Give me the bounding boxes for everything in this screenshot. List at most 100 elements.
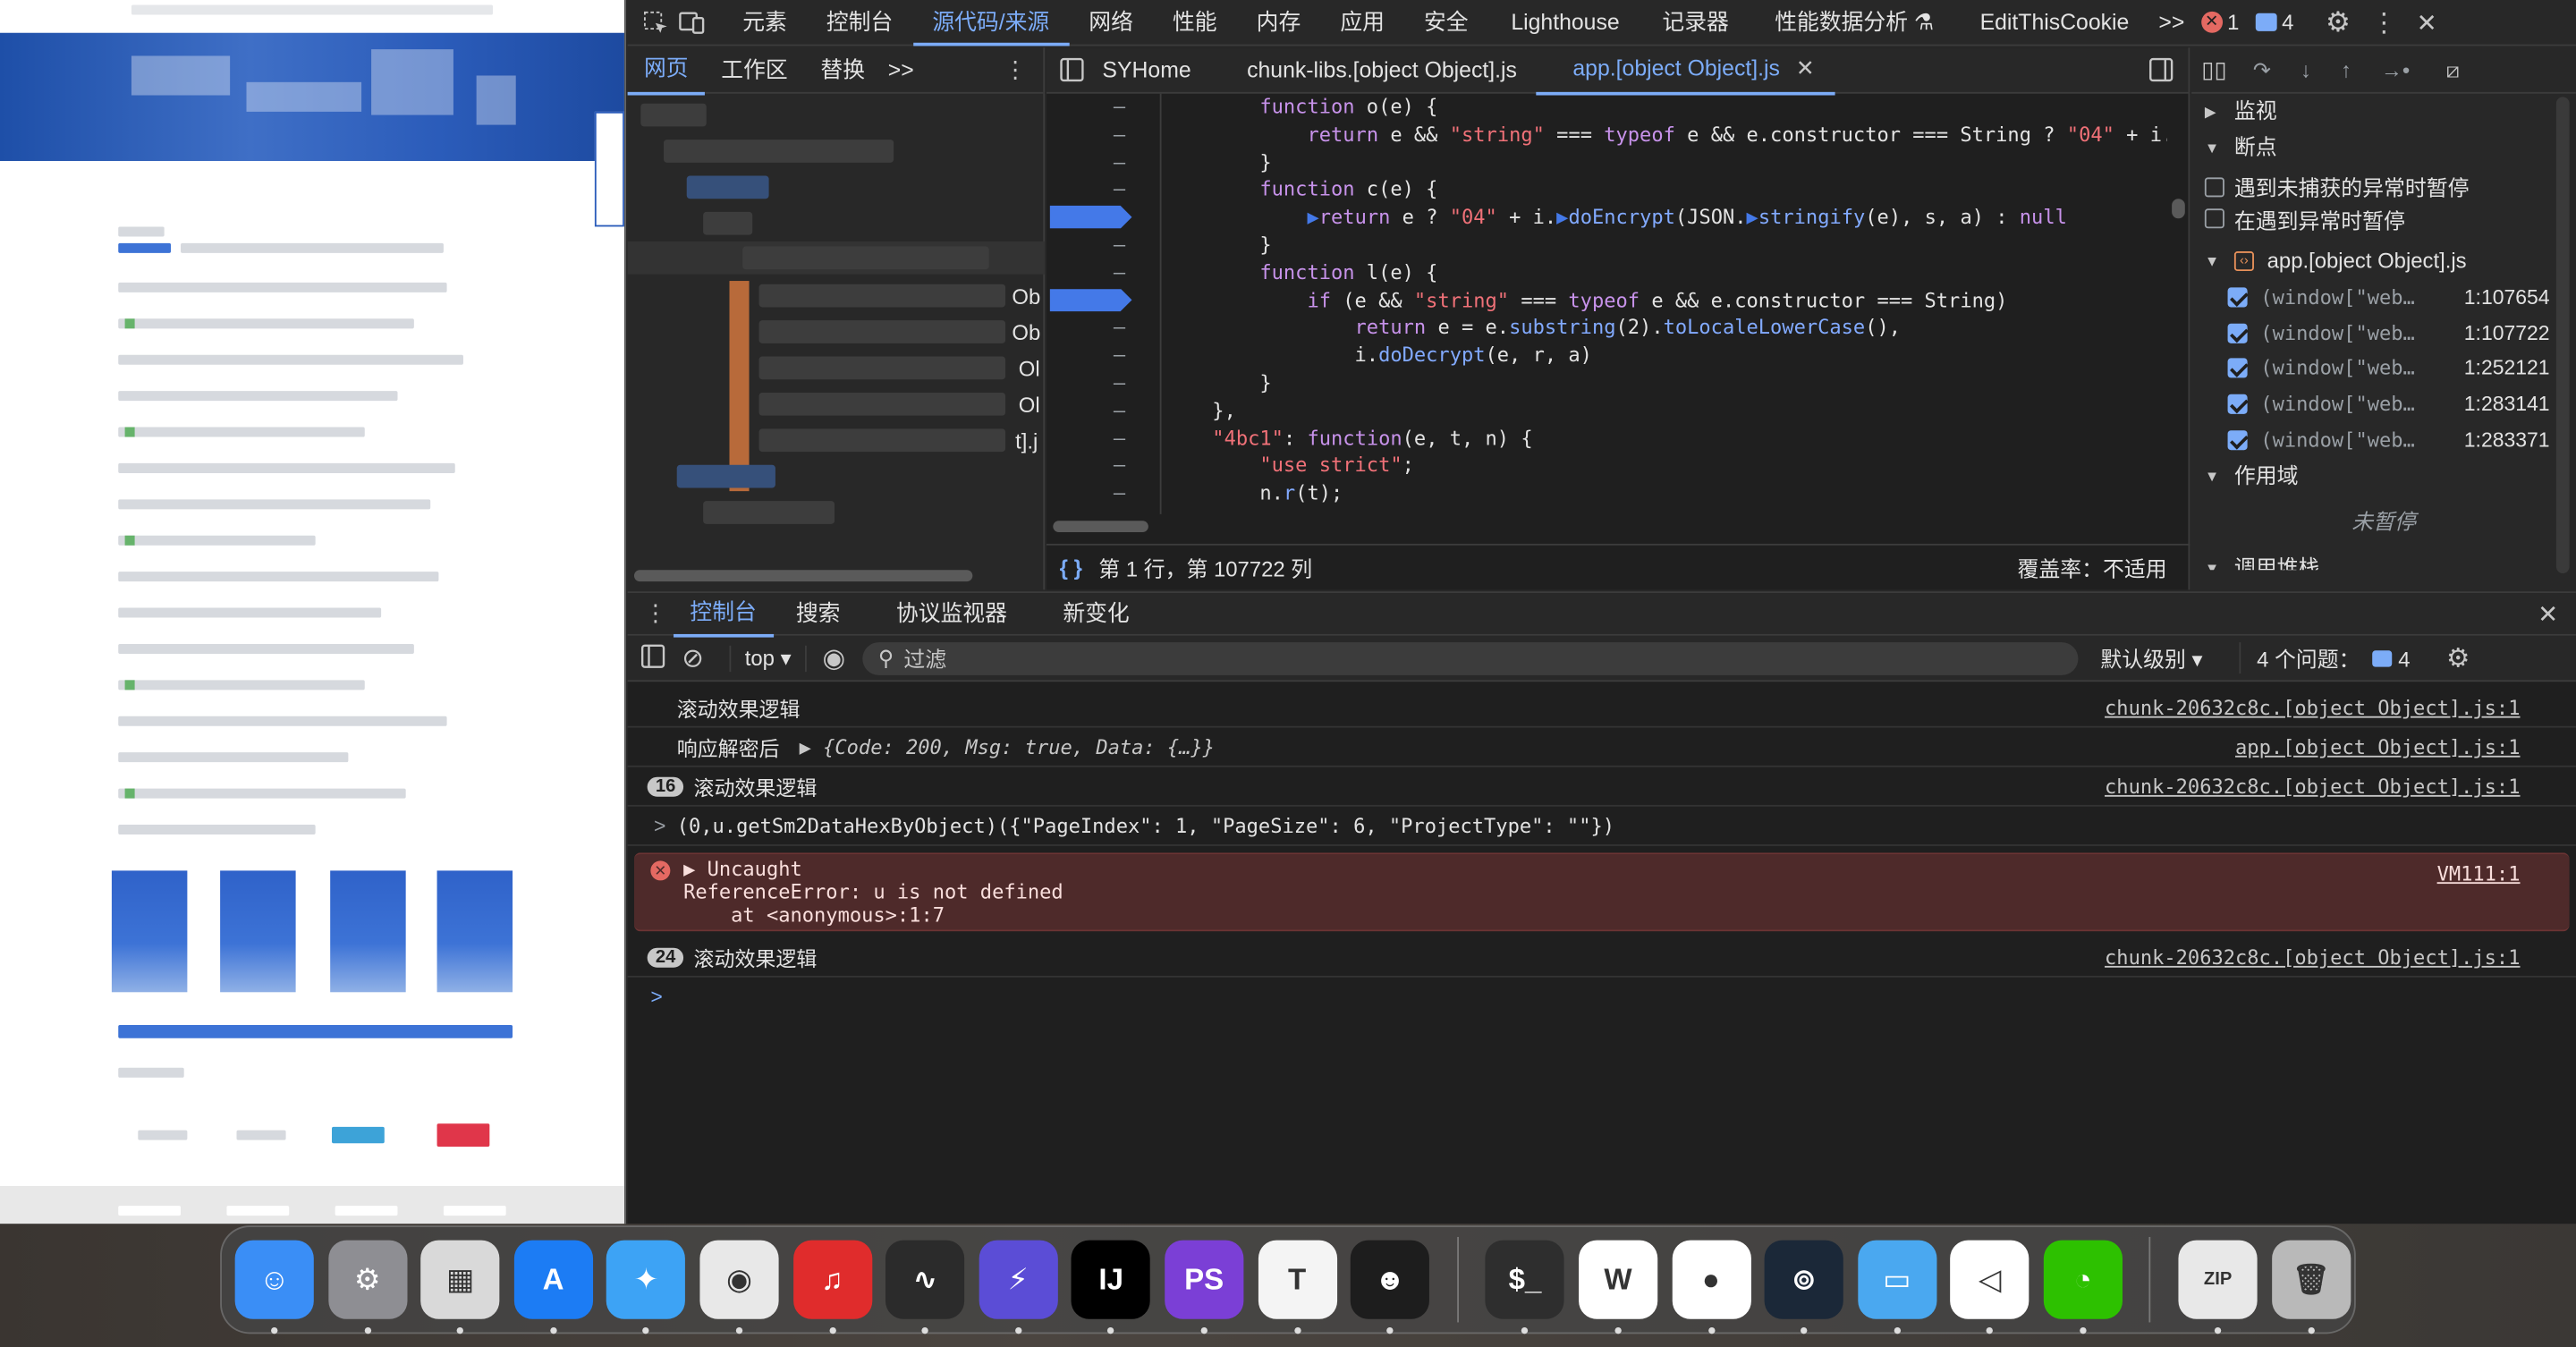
breakpoint-item[interactable]: (window["web… 1:252121	[2191, 351, 2576, 386]
terminal-icon[interactable]: $_	[1485, 1240, 1565, 1334]
tab-security[interactable]: 安全	[1404, 0, 1488, 46]
kebab-menu-icon[interactable]: ⋮	[2366, 0, 2402, 46]
file-tab-app[interactable]: app.[object Object].js ✕	[1536, 46, 1835, 95]
message-counter[interactable]: 4	[2255, 10, 2293, 35]
settings-gear-icon[interactable]: ⚙	[2320, 0, 2356, 46]
phpstorm-icon[interactable]: PS	[1165, 1240, 1244, 1334]
source-link[interactable]: VM111:1	[2437, 862, 2521, 885]
web-page-viewport[interactable]	[0, 0, 626, 1224]
line-gutter[interactable]: – – – – – – – – – – – – – – –	[1046, 94, 1162, 514]
file-tab-syhome[interactable]: SYHome	[1089, 47, 1211, 92]
navigator-more-button[interactable]: >>	[881, 47, 920, 92]
close-tab-icon[interactable]: ✕	[1796, 55, 1815, 80]
pause-caught-checkbox[interactable]: 在遇到异常时暂停	[2191, 201, 2576, 236]
debugger-scrollbar[interactable]	[2555, 97, 2570, 573]
tab-sources[interactable]: 源代码/来源	[912, 0, 1070, 46]
chrome-icon[interactable]: ◉	[699, 1240, 779, 1334]
steam-icon[interactable]: ⊚	[1764, 1240, 1843, 1334]
tab-overrides[interactable]: 替换	[804, 47, 881, 92]
toggle-navigator-icon[interactable]	[1053, 47, 1089, 92]
tab-editthiscookie[interactable]: EditThisCookie	[1961, 0, 2149, 46]
breakpoint-item[interactable]: (window["web… 1:107654	[2191, 279, 2576, 315]
pretty-print-icon[interactable]: { }	[1060, 555, 1082, 580]
breakpoint-marker[interactable]	[1049, 288, 1132, 312]
step-into-icon[interactable]: ↓	[2301, 57, 2311, 82]
intellij-icon[interactable]: IJ	[1072, 1240, 1151, 1334]
clear-console-icon[interactable]: ⊘	[682, 641, 704, 674]
tab-memory[interactable]: 内存	[1237, 0, 1321, 46]
watch-section-header[interactable]: ▶ 监视	[2191, 94, 2576, 130]
tab-console[interactable]: 控制台	[807, 0, 912, 46]
pause-uncaught-checkbox[interactable]: 遇到未捕获的异常时暂停	[2191, 165, 2576, 201]
breakpoint-item[interactable]: (window["web… 1:283371	[2191, 422, 2576, 458]
inspect-element-icon[interactable]	[638, 0, 674, 46]
tab-performance[interactable]: 性能	[1153, 0, 1237, 46]
drawer-tab-search[interactable]: 搜索	[773, 592, 863, 635]
tab-workspace[interactable]: 工作区	[705, 47, 804, 92]
close-drawer-icon[interactable]: ✕	[2530, 590, 2566, 636]
breakpoint-checkbox[interactable]	[2227, 287, 2248, 308]
code-content[interactable]: function o(e) { return e && "string" ===…	[1165, 94, 2166, 514]
typora-icon[interactable]: T	[1258, 1240, 1337, 1334]
source-link[interactable]: chunk-20632c8c.[object Object].js:1	[2105, 697, 2520, 720]
finder-icon[interactable]: ☺	[234, 1240, 314, 1334]
tab-lighthouse[interactable]: Lighthouse	[1488, 0, 1643, 46]
drawer-tab-protocol-monitor[interactable]: 协议监视器	[863, 592, 1039, 635]
navigator-menu-icon[interactable]: ⋮	[997, 47, 1033, 92]
archive-icon[interactable]: ZIP	[2178, 1240, 2258, 1334]
device-toggle-icon[interactable]	[674, 0, 709, 46]
console-settings-gear-icon[interactable]: ⚙	[2446, 641, 2470, 674]
breakpoint-checkbox[interactable]	[2227, 430, 2248, 451]
drawer-tab-changes[interactable]: 新变化	[1040, 592, 1153, 635]
breakpoint-file-group[interactable]: ▼ ‹› app.[object Object].js	[2191, 243, 2576, 279]
breakpoint-marker[interactable]	[1049, 205, 1132, 229]
drawer-tab-console[interactable]: 控制台	[674, 590, 774, 637]
object-preview[interactable]: ▶ {Code: 200, Msg: true, Data: {…}}	[800, 735, 1215, 758]
console-prompt[interactable]: >	[628, 978, 2576, 1017]
breakpoint-item[interactable]: (window["web… 1:283141	[2191, 386, 2576, 422]
netease-music-icon[interactable]: ♫	[792, 1240, 872, 1334]
launchpad-icon[interactable]: ▦	[420, 1240, 500, 1334]
log-level-dropdown[interactable]: 默认级别 ▾	[2100, 642, 2202, 674]
tab-performance-insights[interactable]: 性能数据分析 ⚗	[1749, 0, 1961, 46]
breakpoint-item[interactable]: (window["web… 1:107722	[2191, 315, 2576, 351]
wps-icon[interactable]: W	[1578, 1240, 1658, 1334]
breakpoint-checkbox[interactable]	[2227, 323, 2248, 343]
file-tab-chunk-libs[interactable]: chunk-libs.[object Object].js	[1211, 47, 1537, 92]
qq-icon[interactable]: ●	[1671, 1240, 1751, 1334]
step-over-icon[interactable]: ↷	[2253, 56, 2271, 82]
console-messages[interactable]: 滚动效果逻辑 chunk-20632c8c.[object Object].js…	[627, 689, 2576, 1017]
pause-resume-icon[interactable]: ▯▯	[2201, 55, 2226, 83]
breakpoints-section-header[interactable]: ▼ 断点	[2191, 130, 2576, 165]
app-store-icon[interactable]: A	[513, 1240, 593, 1334]
vscode-icon[interactable]: ◁	[1950, 1240, 2029, 1334]
source-link[interactable]: chunk-20632c8c.[object Object].js:1	[2105, 946, 2520, 970]
shortcuts-icon[interactable]: ⚡	[979, 1240, 1058, 1334]
file-tree[interactable]: Ob Ob Ol Ol t].j	[627, 94, 1046, 571]
deactivate-breakpoints-icon[interactable]: ⧄	[2446, 56, 2460, 82]
context-selector[interactable]: top ▾	[730, 644, 807, 672]
editor-horizontal-scrollbar[interactable]	[1053, 521, 1148, 533]
trash-icon[interactable]: 🗑	[2271, 1240, 2351, 1334]
drawer-menu-icon[interactable]: ⋮	[638, 590, 674, 636]
more-tabs-button[interactable]: >>	[2148, 0, 2194, 46]
step-out-icon[interactable]: ↑	[2341, 57, 2351, 82]
console-filter-input[interactable]: ⚲ 过滤	[861, 641, 2078, 674]
breakpoint-checkbox[interactable]	[2227, 394, 2248, 415]
call-stack-section-header[interactable]: ▼ 调用堆栈	[2191, 550, 2576, 571]
close-devtools-icon[interactable]: ✕	[2409, 0, 2445, 46]
live-expression-eye-icon[interactable]: ◉	[822, 641, 845, 674]
wechat-icon[interactable]: ◔	[2043, 1240, 2123, 1334]
tab-network[interactable]: 网络	[1069, 0, 1153, 46]
activity-monitor-icon[interactable]: ∿	[886, 1240, 965, 1334]
tab-page[interactable]: 网页	[627, 46, 705, 95]
source-link[interactable]: app.[object Object].js:1	[2235, 736, 2520, 759]
robot-app-icon[interactable]: ☻	[1350, 1240, 1430, 1334]
toggle-debugger-icon[interactable]	[2142, 47, 2178, 92]
console-sidebar-toggle-icon[interactable]	[640, 643, 665, 673]
tab-application[interactable]: 应用	[1320, 0, 1404, 46]
safari-icon[interactable]: ✦	[606, 1240, 686, 1334]
tab-elements[interactable]: 元素	[723, 0, 807, 46]
issues-counter[interactable]: 4 个问题： 4	[2238, 642, 2411, 674]
navigator-scrollbar[interactable]	[633, 570, 973, 582]
